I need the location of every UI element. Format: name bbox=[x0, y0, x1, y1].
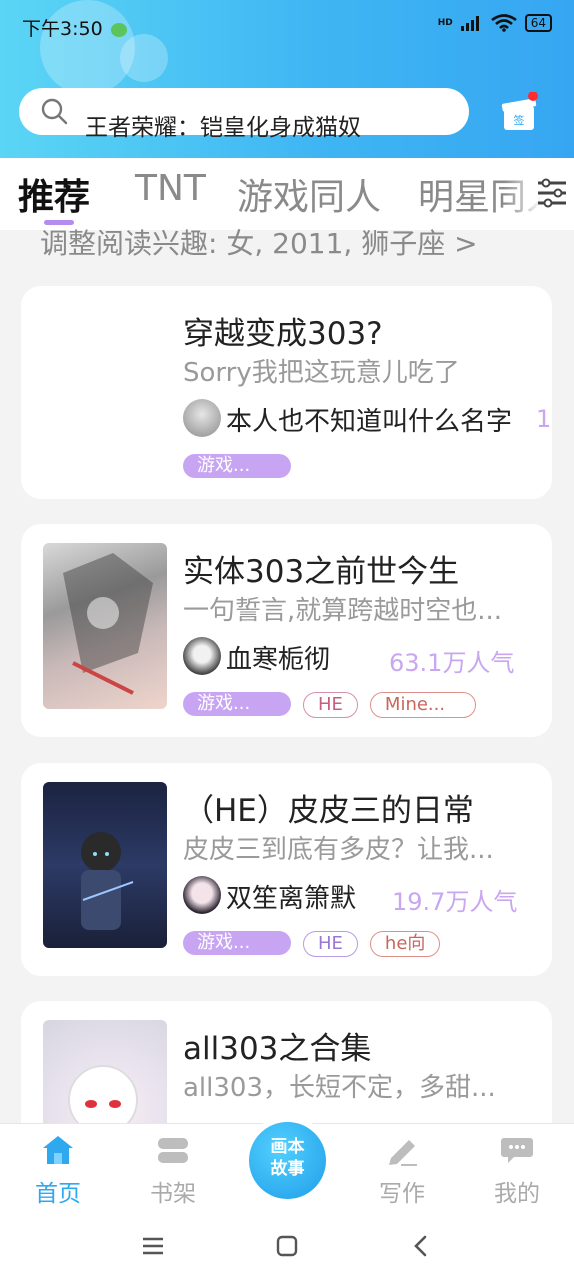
tag[interactable]: HE bbox=[303, 931, 358, 957]
story-desc: 一句誓言,就算跨越时空也... bbox=[183, 596, 503, 626]
story-comic-button[interactable]: 画本 故事 bbox=[249, 1122, 326, 1199]
center-label-line2: 故事 bbox=[270, 1159, 305, 1179]
decor-bubble bbox=[120, 34, 168, 82]
story-title: （HE）皮皮三的日常 bbox=[183, 793, 474, 829]
tab-recommend[interactable]: 推荐 bbox=[18, 168, 90, 220]
author-avatar bbox=[183, 637, 221, 675]
back-icon[interactable] bbox=[411, 1234, 431, 1258]
svg-text:签: 签 bbox=[514, 113, 525, 127]
story-desc: Sorry我把这玩意儿吃了 bbox=[183, 358, 460, 388]
home-icon bbox=[43, 1136, 73, 1164]
tag-row: 游戏... HE Mine... bbox=[183, 692, 476, 718]
story-cover bbox=[43, 782, 167, 948]
menu-icon[interactable] bbox=[141, 1236, 165, 1256]
category-tabs: 推荐 TNT 游戏同人 明星同人 bbox=[0, 158, 574, 230]
app-header: 下午3:50 HD 64 王者荣耀：铠皇化身成猫奴 签 bbox=[0, 0, 574, 158]
interest-settings-link[interactable]: 调整阅读兴趣: 女, 2011, 狮子座 > bbox=[40, 222, 478, 262]
tab-tnt[interactable]: TNT bbox=[135, 168, 206, 209]
wifi-icon bbox=[490, 14, 517, 32]
author-avatar bbox=[183, 876, 221, 914]
story-title: 实体303之前世今生 bbox=[183, 554, 460, 590]
tag[interactable]: 游戏... bbox=[183, 454, 291, 478]
author-name: 双笙离箫默 bbox=[226, 884, 357, 914]
author-avatar bbox=[183, 399, 221, 437]
search-hint: 王者荣耀：铠皇化身成猫奴 bbox=[85, 115, 361, 141]
author-name: 本人也不知道叫什么名字 bbox=[226, 407, 513, 437]
center-label-line1: 画本 bbox=[270, 1137, 305, 1157]
tag[interactable]: Mine... bbox=[369, 692, 476, 718]
nav-shelf-label: 书架 bbox=[150, 1181, 196, 1207]
tag-row: 游戏... bbox=[183, 454, 291, 480]
author-name: 血寒栀彻 bbox=[226, 645, 331, 675]
chat-icon bbox=[501, 1138, 533, 1163]
nav-write-label: 写作 bbox=[379, 1181, 425, 1207]
story-title: all303之合集 bbox=[183, 1031, 372, 1067]
tab-game-fanfic[interactable]: 游戏同人 bbox=[237, 168, 381, 220]
nav-home-label: 首页 bbox=[35, 1181, 81, 1207]
status-time: 下午3:50 bbox=[22, 14, 127, 41]
story-desc: 皮皮三到底有多皮？让我... bbox=[183, 835, 494, 865]
popularity: 63.1万人气 bbox=[389, 649, 515, 677]
popularity: 19.7万人气 bbox=[392, 888, 518, 916]
nav-mine-label: 我的 bbox=[494, 1181, 540, 1207]
system-nav-bar bbox=[0, 1213, 574, 1280]
popularity: 1.7 bbox=[536, 405, 552, 433]
home-square-icon[interactable] bbox=[275, 1234, 299, 1258]
checkin-gift-icon[interactable]: 签 bbox=[500, 91, 538, 132]
story-desc: all303，长短不定，多甜... bbox=[183, 1073, 496, 1103]
search-icon bbox=[41, 98, 68, 125]
search-bar[interactable]: 王者荣耀：铠皇化身成猫奴 bbox=[19, 88, 469, 141]
story-card[interactable]: 实体303之前世今生 一句誓言,就算跨越时空也... 血寒栀彻 63.1万人气 … bbox=[21, 524, 552, 737]
wechat-icon bbox=[110, 22, 127, 37]
center-button-label: 画本 故事 bbox=[249, 1136, 326, 1180]
tag[interactable]: 游戏... bbox=[183, 692, 291, 716]
signal-icon bbox=[460, 16, 479, 31]
tab-menu-icon[interactable] bbox=[536, 178, 568, 208]
story-cover bbox=[43, 543, 167, 709]
network-label: HD bbox=[437, 18, 453, 28]
battery-level: 64 bbox=[530, 16, 546, 30]
tag[interactable]: 游戏... bbox=[183, 931, 291, 955]
story-title: 穿越变成303? bbox=[183, 316, 383, 352]
bookshelf-icon bbox=[158, 1138, 188, 1163]
status-icons: HD 64 bbox=[438, 14, 552, 32]
pencil-icon bbox=[389, 1140, 417, 1166]
battery-icon: 64 bbox=[524, 14, 552, 32]
tag[interactable]: HE bbox=[303, 692, 358, 718]
story-card[interactable]: 穿越变成303? Sorry我把这玩意儿吃了 本人也不知道叫什么名字 1.7 游… bbox=[21, 286, 552, 499]
story-card[interactable]: （HE）皮皮三的日常 皮皮三到底有多皮？让我... 双笙离箫默 19.7万人气 … bbox=[21, 763, 552, 976]
tag[interactable]: he向 bbox=[369, 931, 441, 957]
tag-row: 游戏... HE he向 bbox=[183, 931, 441, 957]
